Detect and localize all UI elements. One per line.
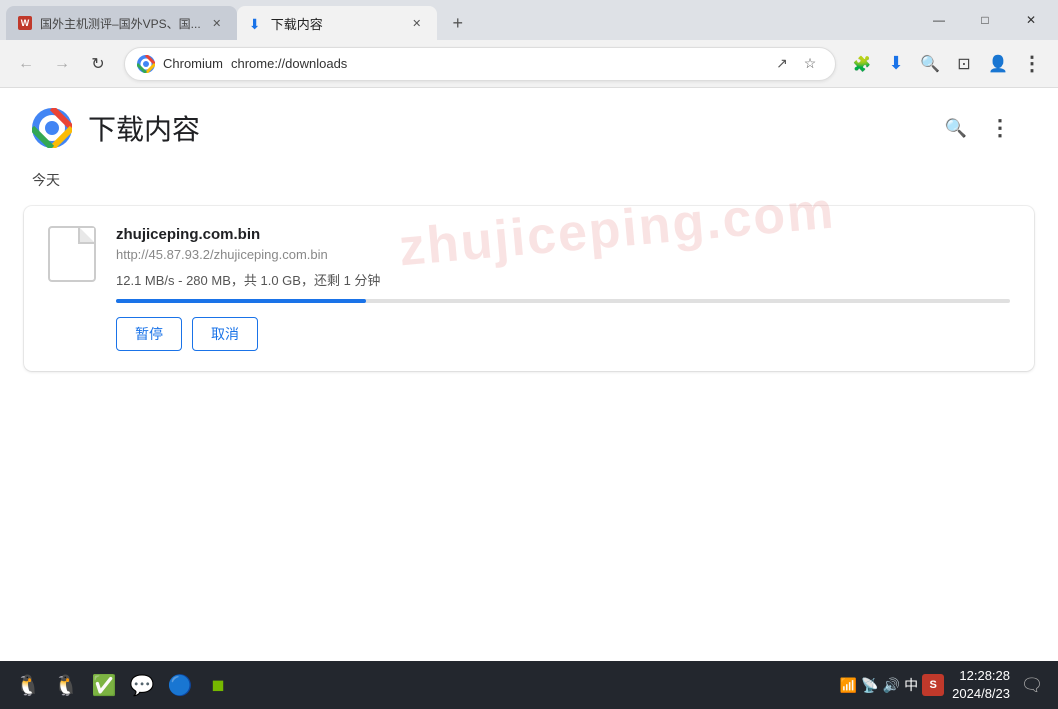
penguin2-icon: 🐧 [54,673,79,698]
search-toolbar-icon: 🔍 [920,54,940,74]
taskbar-app-nvidia[interactable]: ◼ [202,669,234,701]
profile-button[interactable]: 👤 [982,48,1014,80]
file-icon-fold [80,228,94,242]
share-icon: ↗ [776,55,788,72]
new-tab-button[interactable]: + [441,6,475,40]
check-icon: ✅ [92,673,117,698]
tab-inactive[interactable]: W 国外主机测评–国外VPS、国... ✕ [6,6,237,40]
progress-bar-fill [116,299,366,303]
download-active-button[interactable]: ⬇ [880,48,912,80]
tab-inactive-close-button[interactable]: ✕ [209,15,225,31]
wps-icon[interactable]: S [922,674,944,696]
download-filename: zhujiceping.com.bin [116,226,1010,243]
downloads-page-logo [32,108,72,148]
titlebar: W 国外主机测评–国外VPS、国... ✕ ⬇ 下载内容 ✕ + — □ ✕ [0,0,1058,40]
taskbar-time: 12:28:28 2024/8/23 [952,667,1010,703]
clock-time: 12:28:28 [952,667,1010,685]
tab-active-close-button[interactable]: ✕ [409,15,425,31]
chat-icon: 💬 [130,673,155,698]
wifi-icon: 📡 [861,677,878,694]
maximize-button[interactable]: □ [962,3,1008,37]
penguin1-icon: 🐧 [16,673,41,698]
forward-button[interactable]: → [46,48,78,80]
browser-menu-icon: ⋮ [1022,51,1042,76]
download-status: 12.1 MB/s - 280 MB，共 1.0 GB，还剩 1 分钟 [116,270,1010,289]
address-bar[interactable]: Chromium chrome://downloads ↗ ☆ [124,47,836,81]
extensions-button[interactable]: 🧩 [846,48,878,80]
share-button[interactable]: ↗ [769,51,795,77]
address-brand: Chromium [163,56,223,71]
page-content: 下载内容 🔍 ⋮ zhujiceping.com 今天 [0,88,1058,661]
downloads-search-icon: 🔍 [945,118,967,139]
close-button[interactable]: ✕ [1008,3,1054,37]
back-button[interactable]: ← [10,48,42,80]
taskbar-app-chat[interactable]: 💬 [126,669,158,701]
taskbar: 🐧 🐧 ✅ 💬 🔵 ◼ 📶 📡 🔊 中 S 12:28:28 2024/8/23… [0,661,1058,709]
cancel-button[interactable]: 取消 [192,317,258,351]
pause-button[interactable]: 暂停 [116,317,182,351]
taskbar-app-penguin1[interactable]: 🐧 [12,669,44,701]
taskbar-app-penguin2[interactable]: 🐧 [50,669,82,701]
split-view-icon: ⊡ [957,54,970,74]
back-icon: ← [18,55,34,73]
downloads-header-left: 下载内容 [32,108,200,148]
ime-text[interactable]: 中 [904,675,918,695]
download-item-card: zhujiceping.com.bin http://45.87.93.2/zh… [24,206,1034,371]
split-view-button[interactable]: ⊡ [948,48,980,80]
downloads-header-right: 🔍 ⋮ [938,110,1018,146]
download-item: zhujiceping.com.bin http://45.87.93.2/zh… [24,206,1034,371]
minimize-button[interactable]: — [916,3,962,37]
download-active-icon: ⬇ [888,53,903,74]
reload-icon: ↻ [91,54,104,74]
file-icon [48,226,96,282]
volume-icon: 🔊 [883,677,900,694]
download-info: zhujiceping.com.bin http://45.87.93.2/zh… [116,226,1010,351]
taskbar-app-bluetooth[interactable]: 🔵 [164,669,196,701]
taskbar-right: 📶 📡 🔊 中 S 12:28:28 2024/8/23 🗨 [840,667,1046,703]
chromium-logo [137,55,155,73]
bookmark-button[interactable]: ☆ [797,51,823,77]
download-url: http://45.87.93.2/zhujiceping.com.bin [116,247,1010,262]
browser-menu-button[interactable]: ⋮ [1016,48,1048,80]
download-actions: 暂停 取消 [116,317,1010,351]
progress-bar-track [116,299,1010,303]
browser-toolbar: ← → ↻ Chromium chrome://downloads ↗ ☆ [0,40,1058,88]
sys-tray: 📶 📡 🔊 中 S [840,674,944,696]
tab-active-favicon: ⬇ [249,16,263,30]
clock-date: 2024/8/23 [952,685,1010,703]
bluetooth-icon: 🔵 [168,673,193,698]
address-bar-icons: ↗ ☆ [769,51,823,77]
extensions-icon: 🧩 [853,55,872,73]
forward-icon: → [54,55,70,73]
toolbar-right-icons: 🧩 ⬇ 🔍 ⊡ 👤 ⋮ [846,48,1048,80]
network-icon: 📶 [840,677,857,694]
bookmark-icon: ☆ [804,55,817,72]
profile-icon: 👤 [988,54,1008,74]
window-controls: — □ ✕ [916,6,1058,40]
page-title: 下载内容 [88,108,200,148]
address-url: chrome://downloads [231,56,761,71]
tab-inactive-title: 国外主机测评–国外VPS、国... [40,15,201,32]
taskbar-app-check[interactable]: ✅ [88,669,120,701]
search-toolbar-button[interactable]: 🔍 [914,48,946,80]
downloads-search-button[interactable]: 🔍 [938,110,974,146]
notification-icon: 🗨 [1021,675,1044,696]
nvidia-icon: ◼ [211,675,224,695]
tab-active-title: 下载内容 [271,14,401,33]
tab-active[interactable]: ⬇ 下载内容 ✕ [237,6,437,40]
downloads-page: 下载内容 🔍 ⋮ zhujiceping.com 今天 [0,88,1058,661]
downloads-header: 下载内容 🔍 ⋮ [0,88,1058,158]
downloads-menu-icon: ⋮ [989,115,1011,141]
section-today-label: 今天 [0,158,1058,198]
notification-button[interactable]: 🗨 [1018,671,1046,699]
reload-button[interactable]: ↻ [82,48,114,80]
downloads-menu-button[interactable]: ⋮ [982,110,1018,146]
tab-inactive-favicon: W [18,16,32,30]
